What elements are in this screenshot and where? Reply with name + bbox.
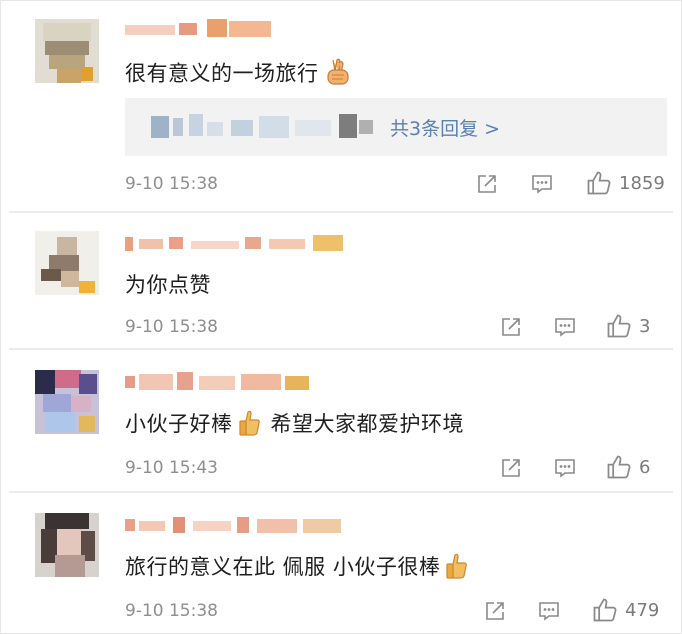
share-button[interactable]	[499, 315, 523, 339]
share-icon	[478, 175, 496, 193]
avatar[interactable]	[35, 370, 99, 434]
like-count: 3	[639, 315, 651, 337]
thumbs-up-icon	[587, 171, 611, 195]
username[interactable]	[125, 515, 345, 535]
reply-preview[interactable]: 共3条回复 >	[125, 98, 667, 156]
timestamp: 9-10 15:38	[125, 601, 218, 621]
share-button[interactable]	[499, 456, 523, 480]
timestamp: 9-10 15:38	[125, 174, 218, 194]
avatar[interactable]	[35, 513, 99, 577]
avatar[interactable]	[35, 231, 99, 295]
comment-item: 小伙子好棒 希望大家都爱护环境 9-10 15:43 6	[1, 350, 681, 490]
comment-item: 旅行的意义在此 佩服 小伙子很棒 9-10 15:38 479	[1, 493, 681, 633]
username[interactable]	[125, 372, 313, 392]
timestamp: 9-10 15:38	[125, 317, 218, 337]
like-button[interactable]: 3	[605, 312, 650, 340]
username[interactable]	[125, 19, 275, 39]
share-icon	[502, 459, 520, 477]
like-count: 479	[625, 599, 660, 621]
comment-item: 很有意义的一场旅行 共3条回复 > 9-10 15:38 1859	[1, 1, 681, 211]
username[interactable]	[125, 233, 349, 253]
share-icon	[486, 602, 504, 620]
thumbs-up-emoji-icon	[444, 552, 470, 585]
view-replies-link[interactable]: 共3条回复 >	[390, 114, 500, 141]
reply-button[interactable]	[553, 315, 577, 339]
comment-text: 旅行的意义在此 佩服 小伙子很棒	[125, 551, 470, 585]
comment-text-continued: 希望大家都爱护环境	[270, 412, 464, 436]
comment-text-main: 旅行的意义在此 佩服 小伙子很棒	[125, 555, 441, 579]
comment-text: 为你点赞	[125, 273, 211, 297]
comment-icon	[555, 318, 575, 337]
like-count: 1859	[619, 172, 665, 194]
comment-list: 很有意义的一场旅行 共3条回复 > 9-10 15:38 1859 为你点赞 9…	[0, 0, 682, 634]
comment-icon	[555, 459, 575, 478]
comment-text-main: 很有意义的一场旅行	[125, 61, 319, 86]
comment-icon	[532, 175, 552, 194]
timestamp: 9-10 15:43	[125, 458, 218, 478]
victory-hand-emoji-icon	[323, 57, 353, 92]
share-button[interactable]	[475, 172, 499, 196]
reply-button[interactable]	[553, 456, 577, 480]
thumbs-up-icon	[607, 314, 631, 338]
reply-button[interactable]	[530, 172, 554, 196]
comment-icon	[539, 602, 559, 621]
like-count: 6	[639, 456, 651, 478]
thumbs-up-icon	[607, 455, 631, 479]
reply-button[interactable]	[537, 599, 561, 623]
comment-text: 很有意义的一场旅行	[125, 57, 353, 92]
comment-text-main: 小伙子好棒	[125, 412, 233, 436]
thumbs-up-emoji-icon	[237, 409, 263, 442]
thumbs-up-icon	[593, 598, 617, 622]
like-button[interactable]: 479	[591, 596, 659, 624]
comment-item: 为你点赞 9-10 15:38 3	[1, 213, 681, 349]
comment-text: 小伙子好棒 希望大家都爱护环境	[125, 408, 464, 442]
share-icon	[502, 318, 520, 336]
share-button[interactable]	[483, 599, 507, 623]
like-button[interactable]: 1859	[585, 169, 665, 197]
avatar[interactable]	[35, 19, 99, 83]
like-button[interactable]: 6	[605, 453, 650, 481]
